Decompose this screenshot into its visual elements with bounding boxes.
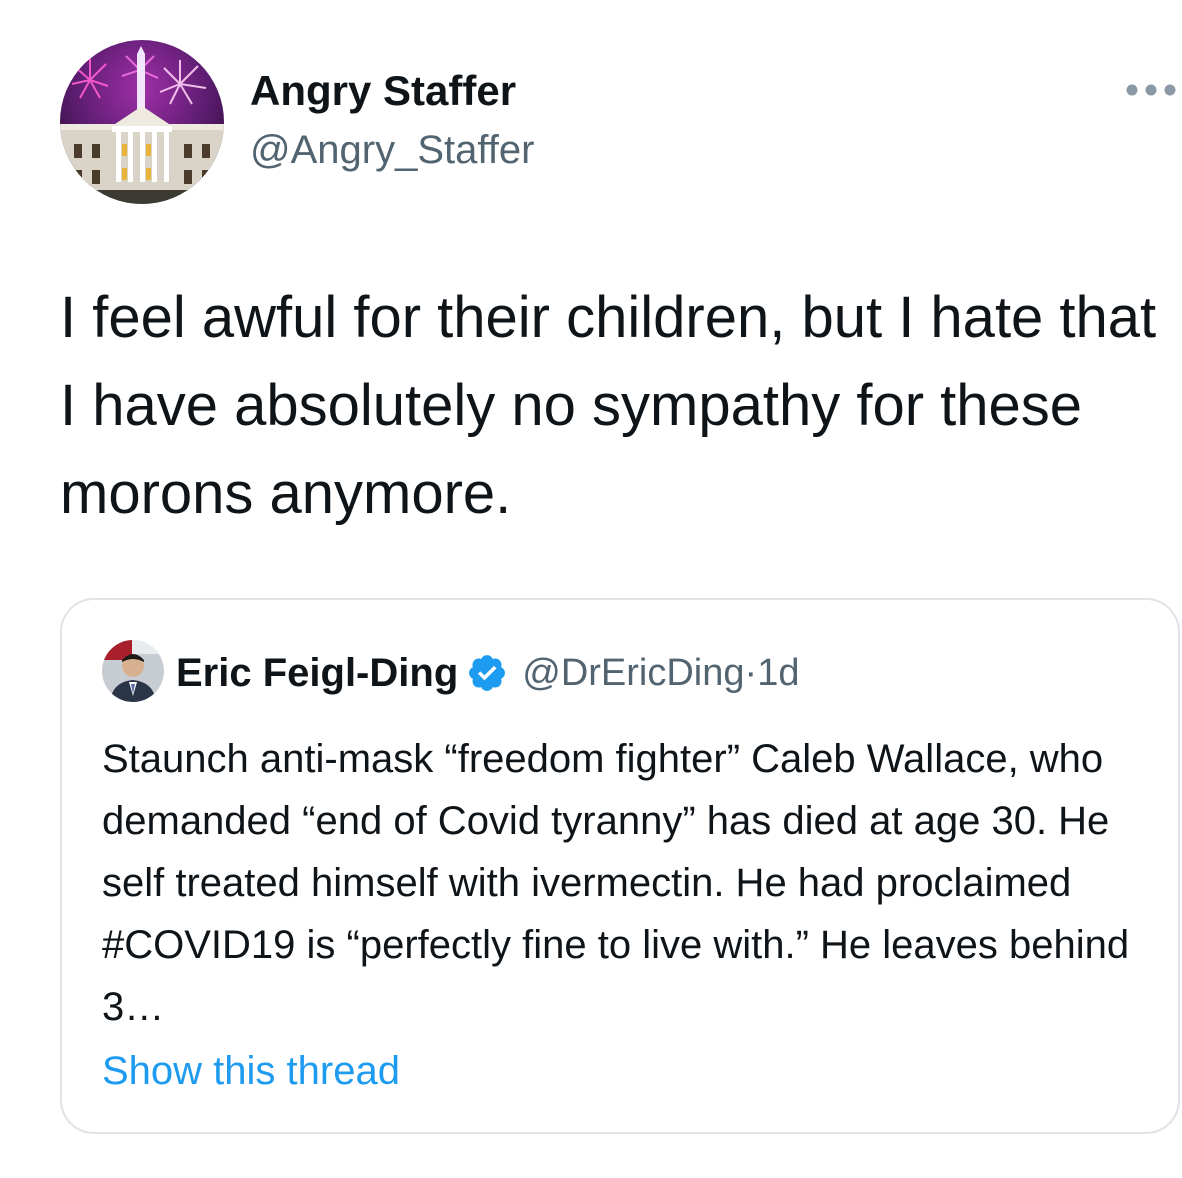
show-thread-link[interactable]: Show this thread <box>102 1046 400 1096</box>
quote-text: Staunch anti-mask “freedom fighter” Cale… <box>102 737 1130 1029</box>
author-handle[interactable]: @Angry_Staffer <box>250 126 534 174</box>
quote-author-name[interactable]: Eric Feigl-Ding <box>176 651 458 696</box>
author-avatar[interactable] <box>60 40 224 204</box>
quote-author-handle[interactable]: @DrEricDing <box>522 652 744 695</box>
more-options-icon[interactable] <box>1120 78 1182 102</box>
white-house-fireworks-avatar-icon <box>60 40 224 204</box>
quote-separator: · <box>744 651 758 694</box>
tweet: Angry Staffer @Angry_Staffer I feel awfu… <box>0 0 1182 1178</box>
tweet-text: I feel awful for their children, but I h… <box>60 285 1157 526</box>
author-name[interactable]: Angry Staffer <box>250 66 516 116</box>
quote-header: Eric Feigl-Ding @DrEricDing · 1d <box>176 646 799 700</box>
quote-timestamp[interactable]: 1d <box>757 652 799 695</box>
quoted-tweet-card[interactable]: Eric Feigl-Ding @DrEricDing · 1d Staunch… <box>60 598 1180 1134</box>
person-portrait-icon <box>102 640 164 702</box>
verified-badge-icon <box>469 655 506 691</box>
quote-author-avatar[interactable] <box>102 640 164 702</box>
